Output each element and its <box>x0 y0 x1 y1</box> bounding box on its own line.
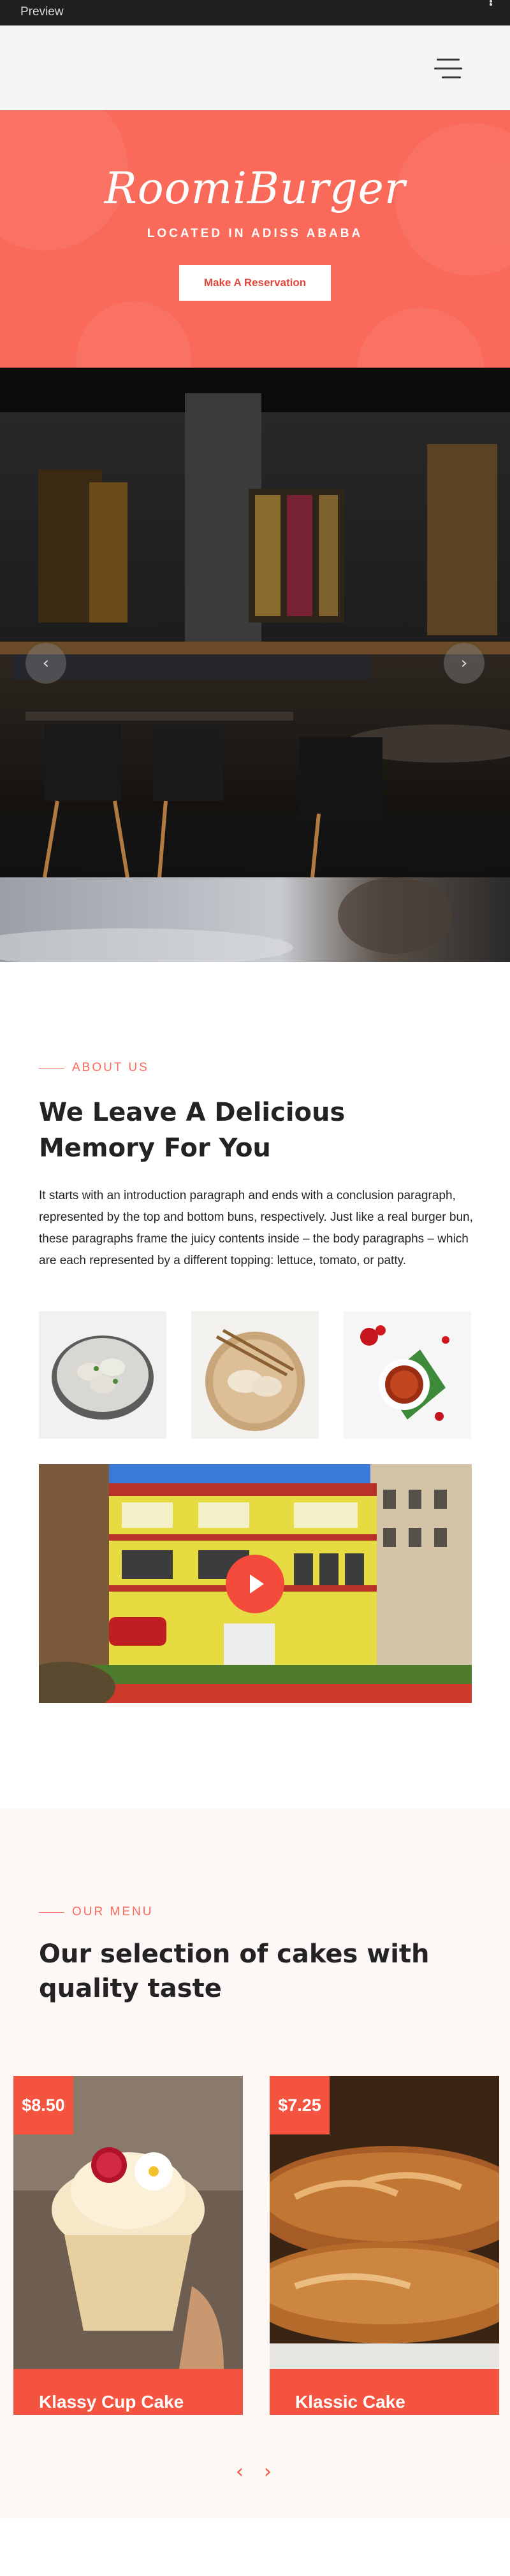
about-section: ABOUT US We Leave A Delicious Memory For… <box>0 962 510 1810</box>
card-name-bar: Klassy Cup Cake <box>13 2369 243 2415</box>
menu-card[interactable]: $7.25 Klassic Cake <box>270 2076 499 2415</box>
restaurant-interior-image <box>0 368 510 877</box>
menu-next-arrow[interactable]: › <box>260 2463 275 2482</box>
tea-and-berries-image <box>344 1311 471 1439</box>
chevron-right-icon: › <box>460 654 468 673</box>
card-name-bar: Klassic Cake <box>270 2369 499 2415</box>
blurred-image-strip <box>0 877 510 962</box>
chevron-left-icon: ‹ <box>42 654 50 673</box>
menu-section: OUR MENU Our selection of cakes with qua… <box>0 1808 510 2519</box>
about-eyebrow-label: ABOUT US <box>72 1061 149 1074</box>
slider-prev-button[interactable]: ‹ <box>26 643 66 684</box>
site-header <box>0 25 510 110</box>
price-badge: $7.25 <box>270 2076 330 2134</box>
play-icon <box>250 1574 264 1594</box>
slider-next-button[interactable]: › <box>444 643 484 684</box>
menu-title: Our selection of cakes with quality tast… <box>39 1939 430 2003</box>
price-badge: $8.50 <box>13 2076 73 2134</box>
make-reservation-button[interactable]: Make A Reservation <box>179 265 331 301</box>
menu-eyebrow-label: OUR MENU <box>72 1905 154 1918</box>
preview-label: Preview <box>20 5 64 18</box>
restaurant-slider: ‹ › <box>0 368 510 877</box>
menu-card[interactable]: $8.50 Klassy Cup Cake <box>13 2076 243 2415</box>
menu-item-name: Klassy Cup Cake <box>39 2392 184 2412</box>
preview-bar: Preview <box>0 0 510 25</box>
play-video-button[interactable] <box>226 1555 284 1613</box>
about-title: We Leave A Delicious Memory For You <box>39 1098 346 1163</box>
menu-item-name: Klassic Cake <box>295 2392 405 2412</box>
hotel-video[interactable] <box>39 1464 472 1703</box>
more-vertical-icon[interactable] <box>490 0 493 8</box>
eyebrow-line <box>39 1912 64 1913</box>
dumplings-bowl-image <box>39 1311 166 1439</box>
about-paragraph: It starts with an introduction paragraph… <box>39 1189 473 1267</box>
location-subtitle: LOCATED IN ADISS ABABA <box>147 227 363 240</box>
eyebrow-line <box>39 1068 64 1069</box>
menu-prev-arrow[interactable]: ‹ <box>232 2463 247 2482</box>
dumplings-chopsticks-image <box>191 1311 319 1439</box>
hero-banner: RoomiBurger LOCATED IN ADISS ABABA Make … <box>0 110 510 368</box>
brand-logo: RoomiBurger <box>104 164 406 214</box>
hamburger-icon[interactable] <box>434 59 463 80</box>
